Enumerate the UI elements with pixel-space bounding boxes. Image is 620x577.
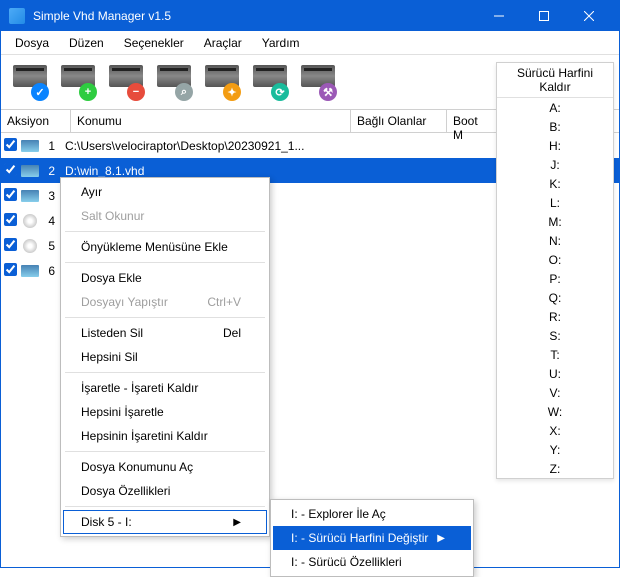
drive-letter-item[interactable]: V:: [497, 383, 613, 402]
hdd-icon: [19, 265, 41, 277]
drive-letter-item[interactable]: X:: [497, 421, 613, 440]
menu-item[interactable]: Dosya Konumunu Aç: [63, 455, 267, 479]
toolbar-explore-button[interactable]: ⌕: [153, 61, 195, 103]
cd-icon: [19, 239, 41, 253]
drive-letter-menu[interactable]: Sürücü Harfini KaldırA:B:H:J:K:L:M:N:O:P…: [496, 62, 614, 479]
drive-letter-item[interactable]: S:: [497, 326, 613, 345]
row-location: C:\Users\velociraptor\Desktop\20230921_1…: [59, 139, 523, 153]
drive-letter-item[interactable]: R:: [497, 307, 613, 326]
row-location: D:\win_8.1.vhd: [59, 164, 523, 178]
row-checkbox[interactable]: [1, 263, 19, 279]
hdd-icon: [19, 165, 41, 177]
menu-item[interactable]: Dosya Özellikleri: [63, 479, 267, 503]
hdd-icon: [19, 190, 41, 202]
col-bagli[interactable]: Bağlı Olanlar: [351, 110, 447, 132]
drive-letter-item[interactable]: K:: [497, 174, 613, 193]
drive-letter-item[interactable]: N:: [497, 231, 613, 250]
menu-araclar[interactable]: Araçlar: [194, 33, 252, 53]
drive-letter-item[interactable]: J:: [497, 155, 613, 174]
close-button[interactable]: [566, 1, 611, 31]
submenu-item[interactable]: I: - Sürücü Harfini Değiştir▶: [273, 526, 471, 550]
toolbar-remove-button[interactable]: −: [105, 61, 147, 103]
toolbar-attach-button[interactable]: ✓: [9, 61, 51, 103]
drive-letter-item[interactable]: Y:: [497, 440, 613, 459]
toolbar-add-button[interactable]: +: [57, 61, 99, 103]
row-number: 1: [41, 139, 59, 153]
hdd-icon: [19, 140, 41, 152]
submenu-item[interactable]: I: - Explorer İle Aç: [273, 502, 471, 526]
col-konumu[interactable]: Konumu: [71, 110, 351, 132]
drive-letter-item[interactable]: M:: [497, 212, 613, 231]
menu-item[interactable]: Hepsini Sil: [63, 345, 267, 369]
row-checkbox[interactable]: [1, 213, 19, 229]
titlebar: Simple Vhd Manager v1.5: [1, 1, 619, 31]
menu-item: Dosyayı YapıştırCtrl+V: [63, 290, 267, 314]
drive-letter-item[interactable]: W:: [497, 402, 613, 421]
col-aksiyon[interactable]: Aksiyon: [1, 110, 71, 132]
row-number: 6: [41, 264, 59, 278]
menu-item[interactable]: Önyükleme Menüsüne Ekle: [63, 235, 267, 259]
app-icon: [9, 8, 25, 24]
drive-letter-item[interactable]: Q:: [497, 288, 613, 307]
minimize-button[interactable]: [476, 1, 521, 31]
menu-item[interactable]: Hepsinin İşaretini Kaldır: [63, 424, 267, 448]
window-title: Simple Vhd Manager v1.5: [33, 9, 476, 23]
toolbar-wizard-button[interactable]: ✦: [201, 61, 243, 103]
context-submenu[interactable]: I: - Explorer İle AçI: - Sürücü Harfini …: [270, 499, 474, 577]
menu-separator: [65, 231, 265, 232]
menu-dosya[interactable]: Dosya: [5, 33, 59, 53]
menu-duzen[interactable]: Düzen: [59, 33, 114, 53]
menu-separator: [65, 506, 265, 507]
menu-item[interactable]: Disk 5 - I:▶: [63, 510, 267, 534]
drive-letter-item[interactable]: O:: [497, 250, 613, 269]
row-checkbox[interactable]: [1, 138, 19, 154]
menu-item[interactable]: Hepsini İşaretle: [63, 400, 267, 424]
context-menu[interactable]: AyırSalt Okunur Önyükleme Menüsüne Ekle Do…: [60, 177, 270, 537]
drive-letter-item[interactable]: A:: [497, 98, 613, 117]
menu-item[interactable]: Dosya Ekle: [63, 266, 267, 290]
drive-letter-item[interactable]: H:: [497, 136, 613, 155]
drive-letter-item[interactable]: P:: [497, 269, 613, 288]
row-number: 3: [41, 189, 59, 203]
drive-letter-item[interactable]: T:: [497, 345, 613, 364]
menu-item: Salt Okunur: [63, 204, 267, 228]
drive-menu-header[interactable]: Sürücü Harfini Kaldır: [497, 63, 613, 98]
row-checkbox[interactable]: [1, 188, 19, 204]
menubar: Dosya Düzen Seçenekler Araçlar Yardım: [1, 31, 619, 55]
menu-separator: [65, 372, 265, 373]
menu-item[interactable]: İşaretle - İşareti Kaldır: [63, 376, 267, 400]
maximize-button[interactable]: [521, 1, 566, 31]
submenu-item[interactable]: I: - Sürücü Özellikleri: [273, 550, 471, 574]
menu-secenekler[interactable]: Seçenekler: [114, 33, 194, 53]
col-boot[interactable]: Boot M: [447, 110, 497, 132]
drive-letter-item[interactable]: L:: [497, 193, 613, 212]
drive-letter-item[interactable]: U:: [497, 364, 613, 383]
row-checkbox[interactable]: [1, 238, 19, 254]
toolbar-settings-button[interactable]: ⚒: [297, 61, 339, 103]
drive-letter-item[interactable]: B:: [497, 117, 613, 136]
row-checkbox[interactable]: [1, 163, 19, 179]
row-number: 2: [41, 164, 59, 178]
menu-separator: [65, 262, 265, 263]
menu-yardim[interactable]: Yardım: [252, 33, 310, 53]
menu-separator: [65, 317, 265, 318]
menu-item[interactable]: Ayır: [63, 180, 267, 204]
drive-letter-item[interactable]: Z:: [497, 459, 613, 478]
cd-icon: [19, 214, 41, 228]
menu-separator: [65, 451, 265, 452]
menu-item[interactable]: Listeden SilDel: [63, 321, 267, 345]
row-number: 4: [41, 214, 59, 228]
toolbar-refresh-button[interactable]: ⟳: [249, 61, 291, 103]
row-number: 5: [41, 239, 59, 253]
